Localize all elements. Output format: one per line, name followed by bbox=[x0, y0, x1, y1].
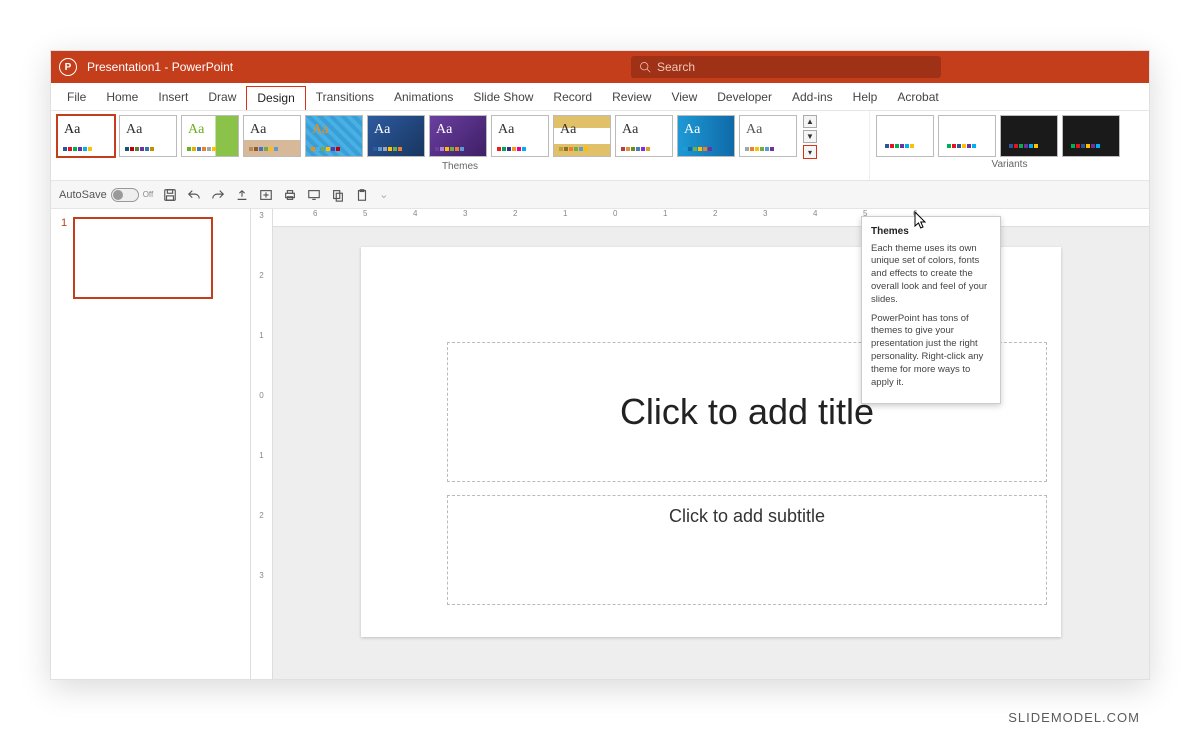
variants-group-label: Variants bbox=[876, 159, 1143, 170]
copy-icon[interactable] bbox=[331, 188, 345, 202]
theme-thumb-9[interactable]: Aa bbox=[615, 115, 673, 157]
themes-gallery: AaAaAaAaAaAaAaAaAaAaAaAa▲▼▾ bbox=[57, 115, 863, 159]
powerpoint-window: P Presentation1 - PowerPoint Search File… bbox=[50, 50, 1150, 680]
tab-slide-show[interactable]: Slide Show bbox=[463, 86, 543, 110]
variant-thumb-1[interactable] bbox=[938, 115, 996, 157]
theme-thumb-4[interactable]: Aa bbox=[305, 115, 363, 157]
search-box[interactable]: Search bbox=[631, 56, 941, 78]
tab-developer[interactable]: Developer bbox=[707, 86, 782, 110]
variant-thumb-3[interactable] bbox=[1062, 115, 1120, 157]
themes-group-label: Themes bbox=[57, 161, 863, 172]
slide-thumbnail-1[interactable]: 1 bbox=[61, 217, 240, 299]
slide-canvas[interactable]: Click to add title Click to add subtitle bbox=[273, 227, 1149, 679]
tab-view[interactable]: View bbox=[661, 86, 707, 110]
themes-scroll-down[interactable]: ▼ bbox=[803, 130, 817, 143]
horizontal-ruler: 6543210123456 bbox=[273, 209, 1149, 227]
undo-icon[interactable] bbox=[187, 188, 201, 202]
autosave-switch[interactable] bbox=[111, 188, 139, 202]
tab-home[interactable]: Home bbox=[96, 86, 148, 110]
tab-draw[interactable]: Draw bbox=[198, 86, 246, 110]
title-bar: P Presentation1 - PowerPoint Search bbox=[51, 51, 1149, 83]
tab-record[interactable]: Record bbox=[543, 86, 602, 110]
watermark: SLIDEMODEL.COM bbox=[1008, 710, 1140, 725]
redo-icon[interactable] bbox=[211, 188, 225, 202]
powerpoint-icon: P bbox=[59, 58, 77, 76]
tab-design[interactable]: Design bbox=[246, 86, 305, 110]
export-icon[interactable] bbox=[235, 188, 249, 202]
slide-thumb-preview bbox=[73, 217, 213, 299]
search-placeholder: Search bbox=[657, 60, 695, 74]
tab-review[interactable]: Review bbox=[602, 86, 661, 110]
themes-more-button[interactable]: ▾ bbox=[803, 145, 817, 159]
theme-thumb-7[interactable]: Aa bbox=[491, 115, 549, 157]
window-title: Presentation1 - PowerPoint bbox=[87, 60, 233, 74]
tab-transitions[interactable]: Transitions bbox=[306, 86, 384, 110]
new-slide-icon[interactable] bbox=[259, 188, 273, 202]
theme-thumb-6[interactable]: Aa bbox=[429, 115, 487, 157]
variant-thumb-0[interactable] bbox=[876, 115, 934, 157]
theme-thumb-3[interactable]: Aa bbox=[243, 115, 301, 157]
subtitle-placeholder[interactable]: Click to add subtitle bbox=[447, 495, 1047, 605]
screen-icon[interactable] bbox=[307, 188, 321, 202]
variants-gallery bbox=[876, 115, 1143, 157]
search-icon bbox=[639, 61, 651, 73]
slide-thumbnail-pane: 1 bbox=[51, 209, 251, 679]
cursor-icon bbox=[914, 211, 928, 232]
tab-file[interactable]: File bbox=[57, 86, 96, 110]
themes-tooltip: Themes Each theme uses its own unique se… bbox=[861, 216, 1001, 404]
tab-help[interactable]: Help bbox=[843, 86, 888, 110]
theme-thumb-10[interactable]: Aa bbox=[677, 115, 735, 157]
theme-thumb-5[interactable]: Aa bbox=[367, 115, 425, 157]
tab-add-ins[interactable]: Add-ins bbox=[782, 86, 843, 110]
themes-scroll: ▲ ▼ ▾ bbox=[803, 115, 819, 159]
theme-thumb-1[interactable]: Aa bbox=[119, 115, 177, 157]
theme-thumb-11[interactable]: Aa bbox=[739, 115, 797, 157]
themes-scroll-up[interactable]: ▲ bbox=[803, 115, 817, 128]
tab-animations[interactable]: Animations bbox=[384, 86, 463, 110]
paste-icon[interactable] bbox=[355, 188, 369, 202]
save-icon[interactable] bbox=[163, 188, 177, 202]
tab-insert[interactable]: Insert bbox=[148, 86, 198, 110]
variant-thumb-2[interactable] bbox=[1000, 115, 1058, 157]
ribbon-tabs: FileHomeInsertDrawDesignTransitionsAnima… bbox=[51, 83, 1149, 111]
theme-thumb-2[interactable]: Aa bbox=[181, 115, 239, 157]
qat-overflow[interactable]: ⌄ bbox=[379, 188, 388, 201]
theme-thumb-0[interactable]: Aa bbox=[57, 115, 115, 157]
quick-access-toolbar: AutoSave Off ⌄ bbox=[51, 181, 1149, 209]
canvas-area: 6543210123456 Click to add title Click t… bbox=[273, 209, 1149, 679]
ribbon: AaAaAaAaAaAaAaAaAaAaAaAa▲▼▾ Themes Varia… bbox=[51, 111, 1149, 181]
theme-thumb-8[interactable]: Aa bbox=[553, 115, 611, 157]
autosave-toggle[interactable]: AutoSave Off bbox=[59, 188, 153, 202]
vertical-ruler: 3210123 bbox=[251, 209, 273, 679]
print-icon[interactable] bbox=[283, 188, 297, 202]
tab-acrobat[interactable]: Acrobat bbox=[887, 86, 948, 110]
